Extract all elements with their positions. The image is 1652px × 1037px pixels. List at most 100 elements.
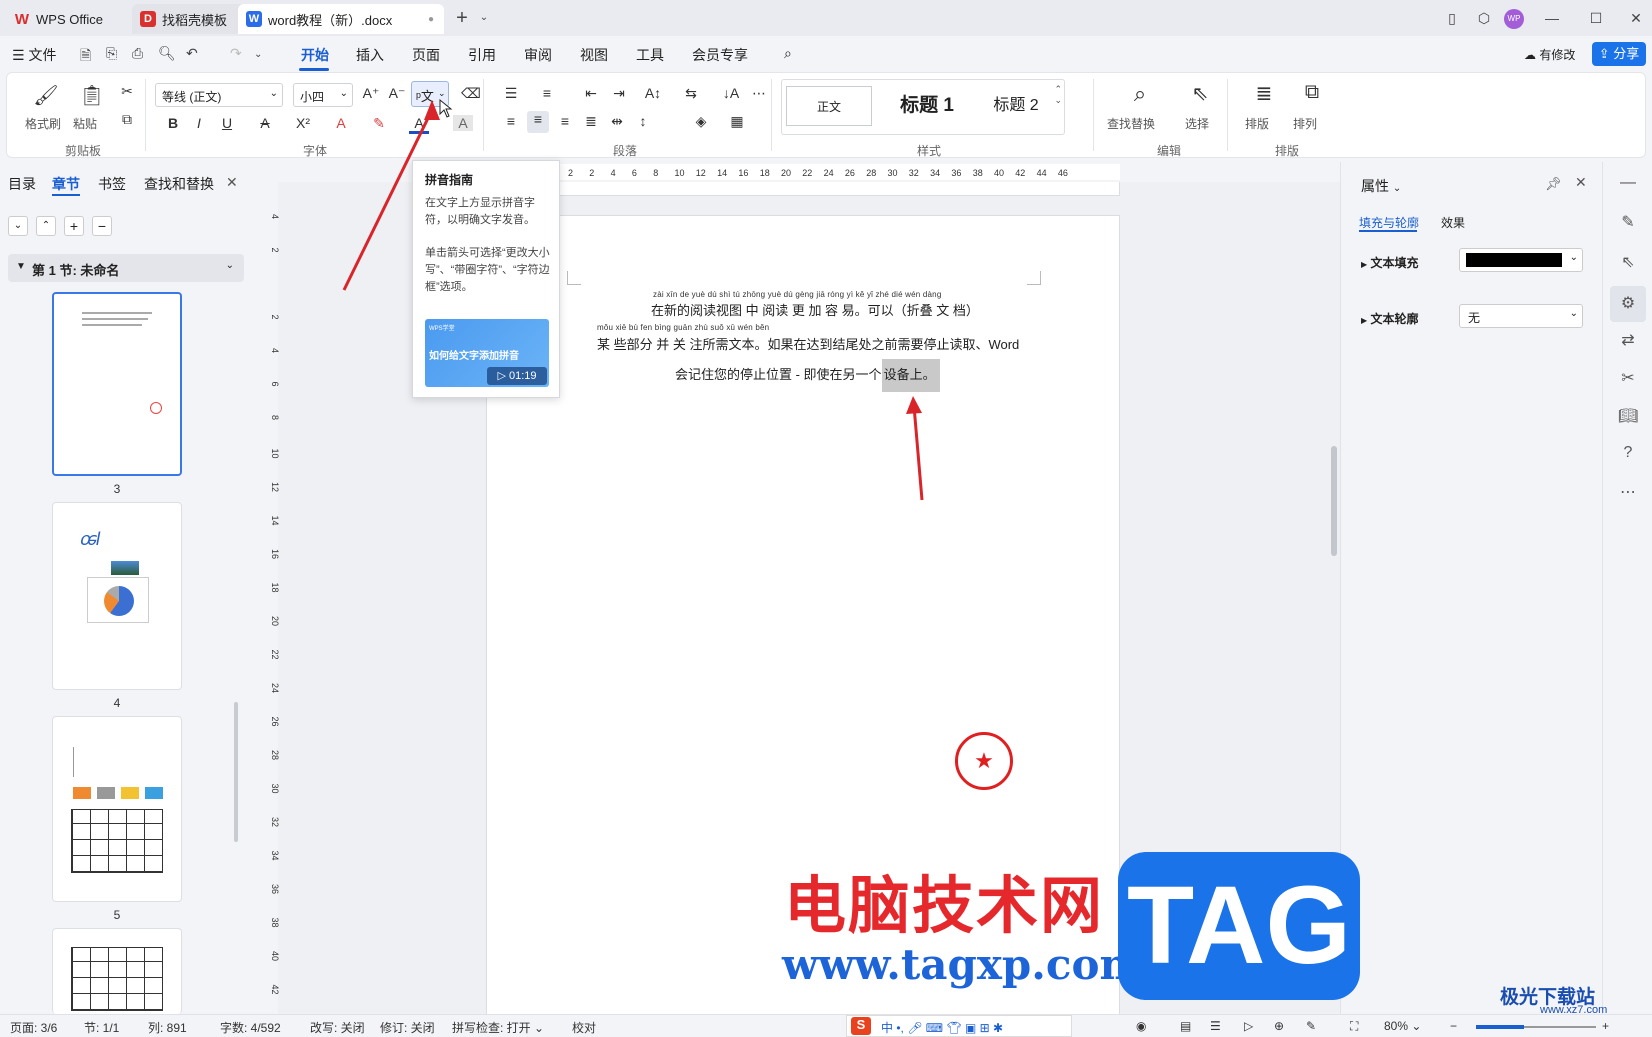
status-rewrite[interactable]: 改写: 关闭 <box>310 1019 365 1036</box>
menu-insert[interactable]: 插入 <box>356 45 384 65</box>
arrange-icon[interactable]: ⧉ <box>1297 81 1327 104</box>
shading-icon[interactable]: ◈ <box>691 113 711 130</box>
print-preview-icon[interactable]: 🔍︎ <box>158 45 176 62</box>
find-replace-button[interactable]: 查找替换 <box>1107 115 1155 132</box>
format-painter-icon[interactable]: 🖌︎ <box>31 83 61 108</box>
play-view-icon[interactable]: ▷ <box>1244 1019 1253 1033</box>
italic-icon[interactable]: I <box>189 115 209 131</box>
close-tab-icon[interactable]: ● <box>428 14 434 25</box>
shrink-font-icon[interactable]: A⁻ <box>387 85 407 102</box>
minimize-icon[interactable]: — <box>1540 6 1564 30</box>
status-words[interactable]: 字数: 4/592 <box>220 1019 281 1036</box>
format-painter-button[interactable]: 格式刷 <box>25 115 61 132</box>
menu-tools[interactable]: 工具 <box>636 45 664 65</box>
collapse-icon[interactable]: ⌄ <box>8 216 28 236</box>
select-icon[interactable]: ⇖ <box>1185 81 1215 106</box>
text-effect-icon[interactable]: A <box>331 115 351 131</box>
align-right-icon[interactable]: ≡ <box>555 113 575 129</box>
outline-view-icon[interactable]: ☰ <box>1210 1019 1221 1033</box>
clear-format-icon[interactable]: ⌫ <box>461 85 481 102</box>
status-page[interactable]: 页面: 3/6 <box>10 1019 57 1036</box>
zoom-out-icon[interactable]: − <box>1450 1019 1457 1033</box>
bullet-list-icon[interactable]: ☰ <box>501 85 521 102</box>
find-icon[interactable]: ⌕ <box>1125 81 1155 107</box>
page-thumbnail-4[interactable]: ꭀl <box>52 502 182 690</box>
bold-icon[interactable]: B <box>163 115 183 131</box>
doc-paragraph-line1[interactable]: 在新的阅读视图 中 阅读 更 加 容 易。可以（折叠 文 档） <box>651 300 979 319</box>
sogou-icon[interactable]: S <box>851 1017 871 1035</box>
doc-paragraph-line2[interactable]: 某 些部分 并 关 注所需文本。如果在达到结尾处之前需要停止读取、Word <box>597 334 1019 353</box>
pinyin-dropdown-icon[interactable]: ⌄ <box>438 88 446 99</box>
font-color-icon[interactable]: A <box>409 115 429 134</box>
increase-indent-icon[interactable]: ⇥ <box>609 85 629 102</box>
close-panel-icon[interactable]: ✕ <box>226 174 238 191</box>
text-fill-label[interactable]: ▶ 文本填充 <box>1361 254 1419 271</box>
menu-page[interactable]: 页面 <box>412 45 440 65</box>
more-icon[interactable]: ⋯ <box>1618 482 1638 502</box>
play-icon[interactable]: ▷ <box>497 370 505 382</box>
pin-icon[interactable]: 📌︎ <box>1545 176 1562 192</box>
numbered-list-icon[interactable]: ≡ <box>537 85 557 101</box>
tab-fill-outline[interactable]: 填充与轮廓 <box>1359 214 1419 231</box>
font-name-dropdown[interactable]: 等线 (正文) ⌄ <box>155 83 283 107</box>
underline-icon[interactable]: U <box>217 115 237 131</box>
scrollbar-thumb[interactable] <box>1331 446 1337 556</box>
justify-icon[interactable]: ≣ <box>581 113 601 130</box>
section-menu-icon[interactable]: ⌄ <box>226 260 234 271</box>
chinese-layout-icon[interactable]: ⇆ <box>681 85 701 102</box>
distribute-icon[interactable]: ⇹ <box>607 113 627 130</box>
text-outline-label[interactable]: ▶ 文本轮廓 <box>1361 310 1419 327</box>
style-heading2[interactable]: 标题 2 <box>974 86 1058 126</box>
decrease-indent-icon[interactable]: ⇤ <box>581 85 601 102</box>
maximize-icon[interactable]: ☐ <box>1584 6 1608 30</box>
avatar[interactable]: WP <box>1504 9 1524 29</box>
text-direction-icon[interactable]: A↕ <box>643 85 663 101</box>
edit-pen-icon[interactable]: ✎ <box>1618 212 1638 232</box>
properties-title[interactable]: 属性 ⌄ <box>1361 176 1401 196</box>
ime-toolbar[interactable]: S 中 •, 🎤︎ ⌨ 👕︎ ▣ ⊞ ✱ <box>846 1015 1072 1037</box>
copy-icon[interactable]: ⧉ <box>117 111 137 128</box>
translate-icon[interactable]: ⇄ <box>1618 330 1638 350</box>
eye-icon[interactable]: ◉ <box>1136 1019 1146 1033</box>
line-spacing-icon[interactable]: ↕ <box>633 113 653 129</box>
highlight-icon[interactable]: ✎ <box>369 115 389 132</box>
share-link-icon[interactable]: ⎘ <box>106 45 117 62</box>
section-toggle-icon[interactable]: ▼ <box>16 261 26 272</box>
char-shading-icon[interactable]: A <box>453 115 473 131</box>
paste-icon[interactable]: 📋︎ <box>77 83 107 108</box>
page-thumbnail-6[interactable] <box>52 928 182 1014</box>
border-icon[interactable]: ▦ <box>727 113 747 130</box>
selected-text[interactable]: 设备上。 <box>881 359 940 392</box>
status-spell-check[interactable]: 拼写检查: 打开 ⌄ <box>452 1019 544 1036</box>
paste-button[interactable]: 粘贴 <box>73 115 97 132</box>
panel-scrollbar[interactable] <box>234 702 238 842</box>
superscript-icon[interactable]: X² <box>293 115 313 131</box>
align-left-icon[interactable]: ≡ <box>501 113 521 129</box>
share-button[interactable]: ⇪ 分享 <box>1592 42 1646 66</box>
strikethrough-icon[interactable]: A <box>255 115 275 131</box>
section-header[interactable]: ▼ 第 1 节: 未命名 ⌄ <box>8 254 244 282</box>
tab-wps-office[interactable]: W WPS Office <box>6 4 132 34</box>
tooltip-video[interactable]: WPS学堂 如何给文字添加拼音 ▷ 01:19 <box>425 319 549 387</box>
menu-reference[interactable]: 引用 <box>468 45 496 65</box>
status-revise[interactable]: 修订: 关闭 <box>380 1019 435 1036</box>
ime-icons[interactable]: 中 •, 🎤︎ ⌨ 👕︎ ▣ ⊞ ✱ <box>881 1019 1003 1036</box>
fit-page-icon[interactable]: ⛶ <box>1350 1019 1358 1034</box>
sort-icon[interactable]: ↓A <box>721 85 741 101</box>
pen-view-icon[interactable]: ✎ <box>1306 1019 1316 1033</box>
close-icon[interactable]: ✕ <box>1575 174 1587 191</box>
expand-icon[interactable]: ⌃ <box>36 216 56 236</box>
status-proof[interactable]: 校对 <box>572 1019 596 1036</box>
more-chevron-icon[interactable]: ⌄ <box>254 49 262 60</box>
arrange-button[interactable]: 排列 <box>1293 115 1317 132</box>
layout-format-icon[interactable]: ≣ <box>1249 81 1279 106</box>
redo-icon[interactable]: ↷ <box>230 45 242 62</box>
grow-font-icon[interactable]: A⁺ <box>361 85 381 102</box>
select-button[interactable]: 选择 <box>1185 115 1209 132</box>
print-icon[interactable]: ⎙ <box>132 45 143 62</box>
collapse-panel-icon[interactable]: — <box>1618 174 1638 194</box>
vertical-ruler[interactable]: 4224681012141618202224262830323436384042 <box>260 200 280 1010</box>
style-heading1[interactable]: 标题 1 <box>882 86 972 126</box>
zoom-slider[interactable] <box>1476 1025 1596 1029</box>
horizontal-ruler[interactable]: 2 2 4 6 8 10 12 14 16 18 20 22 24 26 28 30 32 34 36 38 40 42 4… <box>560 162 1120 184</box>
